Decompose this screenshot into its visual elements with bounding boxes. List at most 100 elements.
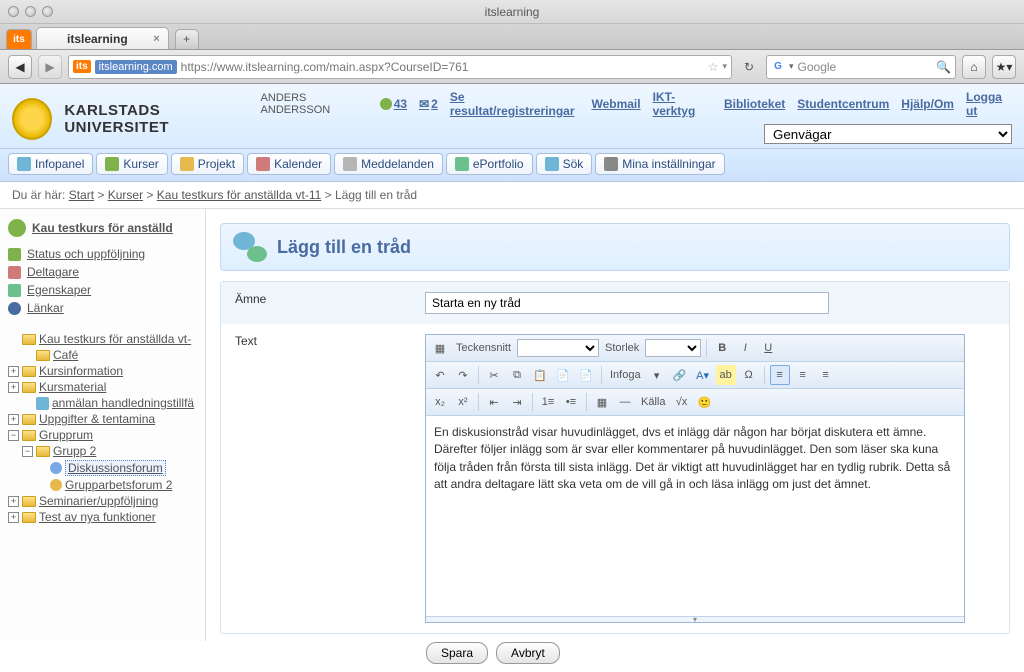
font-family-select[interactable] (517, 339, 599, 357)
nav-search[interactable]: Sök (536, 153, 593, 175)
tree-expand-icon[interactable]: + (8, 366, 19, 377)
tree-expand-icon[interactable]: + (8, 496, 19, 507)
online-users-badge[interactable]: 43 (380, 97, 407, 111)
tree-grupp2[interactable]: Grupp 2 (53, 444, 96, 458)
pinned-tab-icon[interactable]: its (6, 29, 32, 49)
breadcrumb-link[interactable]: Kau testkurs för anställda vt-11 (157, 188, 322, 202)
nav-messages[interactable]: Meddelanden (334, 153, 443, 175)
hdr-link[interactable]: IKT-verktyg (653, 90, 712, 118)
table-button[interactable]: ▦ (592, 392, 612, 412)
tree-expand-icon[interactable]: + (8, 512, 19, 523)
tree-discussion-selected[interactable]: Diskussionsforum (65, 460, 166, 476)
paste-text-button[interactable]: 📄 (553, 365, 573, 385)
bookmark-star-icon[interactable]: ☆ (708, 60, 719, 74)
link-button[interactable]: 🔗 (670, 365, 690, 385)
shortcuts-dropdown[interactable]: Genvägar (764, 124, 1012, 144)
emoji-button[interactable]: 🙂 (694, 392, 714, 412)
editor-resize-handle[interactable]: ▾ (426, 616, 964, 622)
url-field[interactable]: its itslearning.com https://www.itslearn… (68, 55, 732, 79)
menu-status[interactable]: Status och uppföljning (8, 245, 197, 263)
menu-links[interactable]: Länkar (8, 299, 197, 317)
tree-anmalan[interactable]: anmälan handledningstillfä (52, 396, 194, 410)
nav-settings[interactable]: Mina inställningar (595, 153, 724, 175)
subject-input[interactable] (425, 292, 829, 314)
equation-button[interactable]: √x (671, 392, 691, 412)
font-size-select[interactable] (645, 339, 701, 357)
new-tab-button[interactable]: + (175, 29, 199, 49)
home-button[interactable]: ⌂ (962, 55, 986, 79)
tree-seminar[interactable]: Seminarier/uppföljning (39, 494, 158, 508)
layout-icon[interactable]: ▦ (430, 338, 450, 358)
symbol-button[interactable]: Ω (739, 365, 759, 385)
align-center-button[interactable]: ≡ (793, 365, 813, 385)
cancel-button[interactable]: Avbryt (496, 642, 560, 664)
hdr-link[interactable]: Biblioteket (724, 97, 785, 111)
bold-button[interactable]: B (712, 338, 732, 358)
minimize-window[interactable] (25, 6, 36, 17)
back-button[interactable]: ◀ (8, 55, 32, 79)
italic-button[interactable]: I (735, 338, 755, 358)
save-button[interactable]: Spara (426, 642, 488, 664)
cut-button[interactable]: ✂ (484, 365, 504, 385)
breadcrumb-link[interactable]: Start (69, 188, 94, 202)
tree-kursmat[interactable]: Kursmaterial (39, 380, 106, 394)
tree-test[interactable]: Test av nya funktioner (39, 510, 156, 524)
menu-properties[interactable]: Egenskaper (8, 281, 197, 299)
paste-word-button[interactable]: 📄 (576, 365, 596, 385)
search-icon[interactable]: 🔍 (936, 60, 951, 74)
paste-button[interactable]: 📋 (530, 365, 550, 385)
bookmarks-button[interactable]: ★▾ (992, 55, 1016, 79)
tree-expand-icon[interactable]: + (8, 414, 19, 425)
dropdown-icon[interactable]: ▾ (722, 61, 727, 72)
outdent-button[interactable]: ⇤ (484, 392, 504, 412)
menu-participants[interactable]: Deltagare (8, 263, 197, 281)
tree-grupprum[interactable]: Grupprum (39, 428, 93, 442)
tree-uppgifter[interactable]: Uppgifter & tentamina (39, 412, 155, 426)
nav-eportfolio[interactable]: ePortfolio (446, 153, 533, 175)
tree-cafe[interactable]: Café (53, 348, 78, 362)
hdr-link[interactable]: Studentcentrum (797, 97, 889, 111)
tree-root[interactable]: Kau testkurs för anställda vt- (39, 332, 191, 346)
ordered-list-button[interactable]: 1≡ (538, 392, 558, 412)
tree-kursinfo[interactable]: Kursinformation (39, 364, 123, 378)
superscript-button[interactable]: x² (453, 392, 473, 412)
highlight-button[interactable]: ab (716, 365, 736, 385)
tree-expand-icon[interactable]: + (8, 382, 19, 393)
course-title[interactable]: Kau testkurs för anställd (8, 219, 197, 237)
tree-collapse-icon[interactable]: − (8, 430, 19, 441)
subscript-button[interactable]: x₂ (430, 392, 450, 412)
browser-tab-active[interactable]: itslearning × (36, 27, 169, 49)
insert-dropdown-icon[interactable]: ▾ (647, 365, 667, 385)
traffic-lights[interactable] (8, 6, 53, 17)
editor-content[interactable]: En diskusionstråd visar huvudinlägget, d… (426, 416, 964, 616)
hdr-link[interactable]: Webmail (591, 97, 640, 111)
breadcrumb-link[interactable]: Kurser (108, 188, 143, 202)
hdr-link[interactable]: Se resultat/registreringar (450, 90, 580, 118)
tree-collapse-icon[interactable]: − (22, 446, 33, 457)
nav-projects[interactable]: Projekt (171, 153, 244, 175)
align-right-button[interactable]: ≡ (816, 365, 836, 385)
forward-button[interactable]: ▶ (38, 55, 62, 79)
hr-button[interactable]: — (615, 392, 635, 412)
close-window[interactable] (8, 6, 19, 17)
nav-courses[interactable]: Kurser (96, 153, 167, 175)
indent-button[interactable]: ⇥ (507, 392, 527, 412)
unordered-list-button[interactable]: •≡ (561, 392, 581, 412)
nav-calendar[interactable]: Kalender (247, 153, 331, 175)
text-color-button[interactable]: A▾ (693, 365, 713, 385)
tree-groupwork[interactable]: Grupparbetsforum 2 (65, 478, 172, 492)
undo-button[interactable]: ↶ (430, 365, 450, 385)
underline-button[interactable]: U (758, 338, 778, 358)
reload-button[interactable]: ↻ (738, 60, 760, 74)
hdr-link-logout[interactable]: Logga ut (966, 90, 1012, 118)
search-engine-dropdown-icon[interactable]: ▾ (789, 61, 794, 72)
nav-infopanel[interactable]: Infopanel (8, 153, 93, 175)
tab-close-icon[interactable]: × (153, 33, 159, 45)
zoom-window[interactable] (42, 6, 53, 17)
messages-badge[interactable]: ✉2 (419, 97, 438, 111)
browser-search-field[interactable]: G ▾ Google 🔍 (766, 55, 956, 79)
align-left-button[interactable]: ≡ (770, 365, 790, 385)
hdr-link[interactable]: Hjälp/Om (901, 97, 954, 111)
copy-button[interactable]: ⧉ (507, 365, 527, 385)
redo-button[interactable]: ↷ (453, 365, 473, 385)
